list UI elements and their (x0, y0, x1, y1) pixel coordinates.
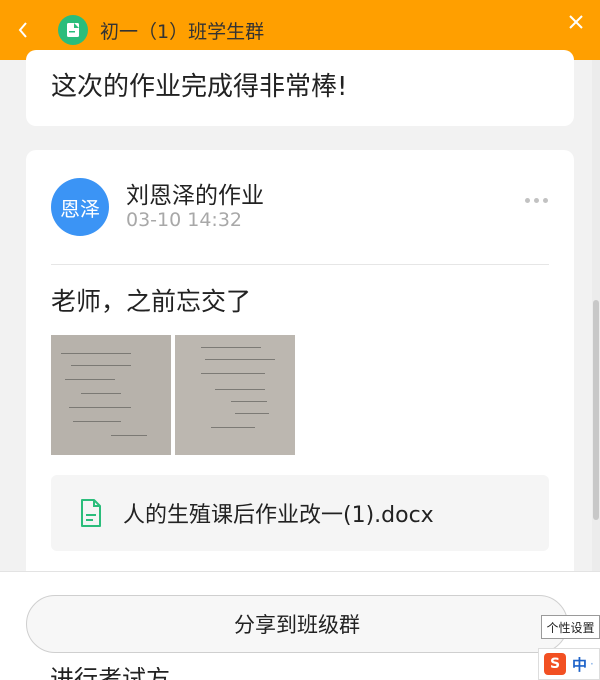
attachment-file[interactable]: 人的生殖课后作业改一(1).docx (51, 475, 549, 551)
post-timestamp: 03-10 14:32 (126, 209, 243, 231)
ime-tooltip: 个性设置 (541, 615, 600, 639)
more-options-button[interactable] (525, 198, 548, 203)
ime-logo-icon[interactable]: S (544, 653, 566, 675)
chevron-left-icon (18, 22, 27, 38)
close-icon (569, 15, 583, 29)
chat-title: 初一（1）班学生群 (100, 20, 265, 43)
share-to-class-group-button[interactable]: 分享到班级群 (26, 595, 568, 653)
post-body-text: 老师，之前忘交了 (51, 287, 252, 316)
homework-image-1[interactable] (51, 335, 171, 455)
partial-text-behind: 进行考试方 (50, 667, 170, 680)
ime-toolbar[interactable]: S 中 · (538, 648, 600, 680)
document-icon (81, 499, 101, 527)
bottom-action-bar: 分享到班级群 进行考试方 (0, 571, 600, 680)
divider (51, 264, 549, 265)
previous-message-card: 这次的作业完成得非常棒! (26, 50, 574, 126)
ime-language-toggle[interactable]: 中 (572, 654, 587, 675)
note-edit-icon (58, 15, 88, 45)
more-dots-icon (525, 198, 530, 203)
attachment-filename: 人的生殖课后作业改一(1).docx (123, 503, 434, 528)
homework-image-2[interactable] (175, 335, 295, 455)
previous-message-text: 这次的作业完成得非常棒! (51, 72, 348, 102)
post-title: 刘恩泽的作业 (126, 183, 264, 209)
close-button[interactable] (566, 12, 586, 32)
avatar[interactable]: 恩泽 (51, 178, 109, 236)
scrollbar-thumb[interactable] (593, 300, 599, 520)
ime-punctuation-toggle[interactable]: · (590, 657, 594, 671)
